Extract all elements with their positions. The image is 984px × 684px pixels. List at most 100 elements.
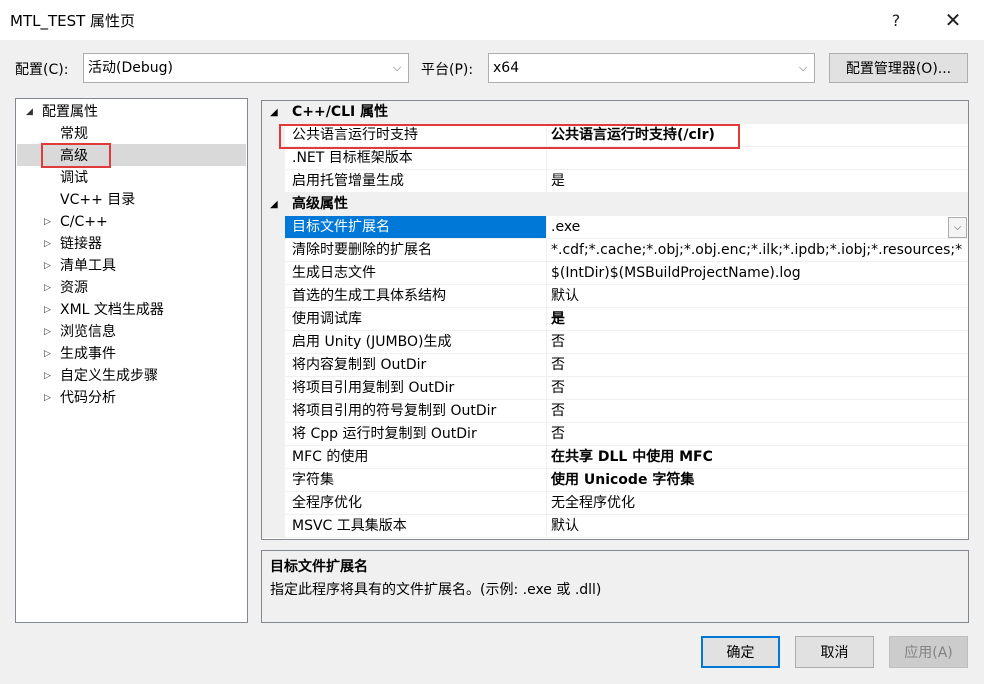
property-name: 将项目引用的符号复制到 OutDir	[285, 400, 547, 423]
property-name: 目标文件扩展名	[285, 216, 547, 239]
chevron-down-icon: ⌵	[798, 61, 808, 74]
row-gutter	[262, 262, 285, 285]
highlight-box	[41, 143, 111, 168]
property-name: MFC 的使用	[285, 446, 547, 469]
property-tree[interactable]: ◢ 配置属性 常规 高级 调试 VC++ 目录 ▷ C/C++ ▷ 链接器 ▷ …	[15, 98, 248, 623]
cancel-button[interactable]: 取消	[795, 636, 874, 668]
row-gutter	[262, 446, 285, 469]
property-grid[interactable]: ◢ C++/CLI 属性 公共语言运行时支持 公共语言运行时支持(/clr) .…	[261, 100, 969, 540]
description-text: 指定此程序将具有的文件扩展名。(示例: .exe 或 .dll)	[270, 582, 602, 598]
property-row-copy-project-ref-symbols[interactable]: 将项目引用的符号复制到 OutDir 否	[262, 400, 968, 423]
row-gutter	[262, 216, 285, 239]
property-row-clean-extensions[interactable]: 清除时要删除的扩展名 *.cdf;*.cache;*.obj;*.obj.enc…	[262, 239, 968, 262]
property-value[interactable]	[547, 147, 968, 170]
property-value[interactable]: 使用 Unicode 字符集	[547, 469, 968, 492]
collapsed-triangle-icon: ▷	[44, 371, 51, 381]
property-row-copy-cpp-runtime[interactable]: 将 Cpp 运行时复制到 OutDir 否	[262, 423, 968, 446]
tree-item-label: 浏览信息	[60, 324, 116, 340]
property-value[interactable]: 无全程序优化	[547, 492, 968, 515]
property-row-preferred-toolset-arch[interactable]: 首选的生成工具体系结构 默认	[262, 285, 968, 308]
tree-item-debugging[interactable]: 调试	[60, 167, 88, 189]
collapse-caret-icon[interactable]: ◢	[270, 193, 278, 216]
close-button[interactable]: ✕	[930, 0, 976, 40]
property-row-copy-content[interactable]: 将内容复制到 OutDir 否	[262, 354, 968, 377]
property-row-target-extension[interactable]: 目标文件扩展名 .exe ⌵	[262, 216, 968, 239]
property-name: .NET 目标框架版本	[285, 147, 547, 170]
row-gutter	[262, 469, 285, 492]
property-row-whole-program-optimization[interactable]: 全程序优化 无全程序优化	[262, 492, 968, 515]
configuration-dropdown[interactable]: 活动(Debug) ⌵	[83, 53, 409, 83]
property-name: 使用调试库	[285, 308, 547, 331]
collapsed-triangle-icon: ▷	[44, 261, 51, 271]
title-bar: MTL_TEST 属性页 ? ✕	[0, 0, 984, 40]
collapsed-triangle-icon: ▷	[44, 327, 51, 337]
platform-dropdown[interactable]: x64 ⌵	[488, 53, 815, 83]
row-gutter	[262, 239, 285, 262]
collapse-caret-icon[interactable]: ◢	[270, 101, 278, 124]
property-row-character-set[interactable]: 字符集 使用 Unicode 字符集	[262, 469, 968, 492]
collapsed-triangle-icon: ▷	[44, 283, 51, 293]
property-value[interactable]: 否	[547, 354, 968, 377]
category-header-cli[interactable]: ◢ C++/CLI 属性	[262, 101, 968, 124]
property-row-unity-build[interactable]: 启用 Unity (JUMBO)生成 否	[262, 331, 968, 354]
collapsed-triangle-icon: ▷	[44, 349, 51, 359]
property-name: 将 Cpp 运行时复制到 OutDir	[285, 423, 547, 446]
tree-item-label: 链接器	[60, 236, 102, 252]
chevron-down-icon[interactable]: ⌵	[948, 217, 967, 238]
highlight-box	[279, 124, 740, 149]
row-gutter	[262, 492, 285, 515]
row-gutter	[262, 308, 285, 331]
row-gutter	[262, 423, 285, 446]
tree-item-label: C/C++	[60, 214, 108, 230]
apply-button[interactable]: 应用(A)	[889, 636, 968, 668]
property-value[interactable]: $(IntDir)$(MSBuildProjectName).log	[547, 262, 968, 285]
property-row-build-log-file[interactable]: 生成日志文件 $(IntDir)$(MSBuildProjectName).lo…	[262, 262, 968, 285]
collapsed-triangle-icon: ▷	[44, 305, 51, 315]
property-name: 将内容复制到 OutDir	[285, 354, 547, 377]
configuration-manager-button[interactable]: 配置管理器(O)...	[829, 53, 968, 83]
property-value[interactable]: 否	[547, 423, 968, 446]
property-name: MSVC 工具集版本	[285, 515, 547, 538]
property-row-copy-project-refs[interactable]: 将项目引用复制到 OutDir 否	[262, 377, 968, 400]
tree-item-label: XML 文档生成器	[60, 302, 164, 318]
property-row-use-of-mfc[interactable]: MFC 的使用 在共享 DLL 中使用 MFC	[262, 446, 968, 469]
window-title: MTL_TEST 属性页	[10, 12, 136, 30]
row-gutter	[262, 285, 285, 308]
category-header-advanced[interactable]: ◢ 高级属性	[262, 193, 968, 216]
property-value[interactable]: 默认	[547, 285, 968, 308]
collapsed-triangle-icon: ▷	[44, 217, 51, 227]
row-gutter	[262, 354, 285, 377]
chevron-down-icon: ⌵	[392, 61, 402, 74]
property-value[interactable]: 是	[547, 170, 968, 193]
platform-value: x64	[493, 60, 520, 76]
tree-item-vc-directories[interactable]: VC++ 目录	[60, 189, 135, 211]
row-gutter	[262, 147, 285, 170]
collapsed-triangle-icon: ▷	[44, 393, 51, 403]
property-value[interactable]: 是	[547, 308, 968, 331]
tree-root-label: 配置属性	[42, 104, 98, 120]
category-title: 高级属性	[292, 196, 348, 212]
property-row-net-target-framework[interactable]: .NET 目标框架版本	[262, 147, 968, 170]
property-value[interactable]: 否	[547, 331, 968, 354]
property-row-msvc-toolset-version[interactable]: MSVC 工具集版本 默认	[262, 515, 968, 538]
help-button[interactable]: ?	[873, 0, 919, 40]
category-title: C++/CLI 属性	[292, 104, 389, 120]
property-value[interactable]: 在共享 DLL 中使用 MFC	[547, 446, 968, 469]
property-name: 启用 Unity (JUMBO)生成	[285, 331, 547, 354]
property-value[interactable]: 默认	[547, 515, 968, 538]
property-name: 启用托管增量生成	[285, 170, 547, 193]
configuration-label: 配置(C):	[15, 62, 69, 78]
ok-button[interactable]: 确定	[701, 636, 780, 668]
property-value-input[interactable]: .exe	[547, 216, 968, 239]
property-row-use-debug-libraries[interactable]: 使用调试库 是	[262, 308, 968, 331]
tree-item-general[interactable]: 常规	[60, 123, 88, 145]
property-name: 字符集	[285, 469, 547, 492]
description-title: 目标文件扩展名	[270, 559, 368, 575]
property-value[interactable]: 否	[547, 400, 968, 423]
property-value[interactable]: 否	[547, 377, 968, 400]
collapsed-triangle-icon: ▷	[44, 239, 51, 249]
property-name: 将项目引用复制到 OutDir	[285, 377, 547, 400]
tree-item-label: 资源	[60, 280, 88, 296]
property-row-managed-incremental-build[interactable]: 启用托管增量生成 是	[262, 170, 968, 193]
property-value[interactable]: *.cdf;*.cache;*.obj;*.obj.enc;*.ilk;*.ip…	[547, 239, 968, 262]
